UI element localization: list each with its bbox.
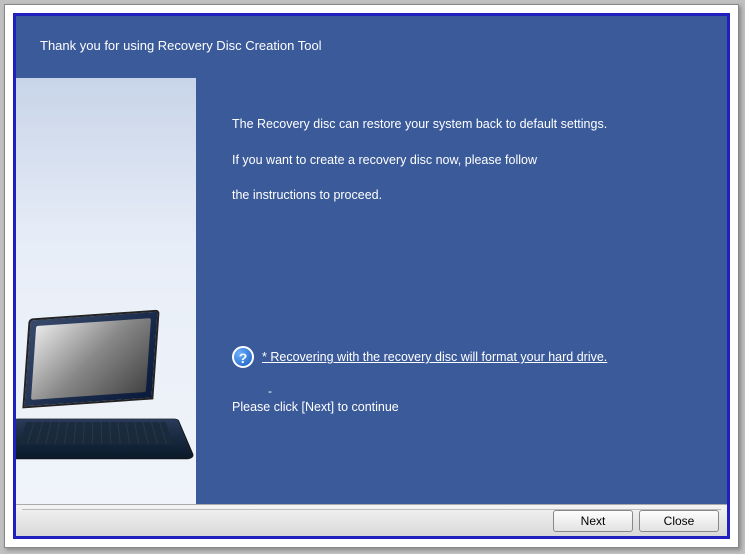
- intro-line-2: If you want to create a recovery disc no…: [232, 152, 703, 170]
- dialog-header: Thank you for using Recovery Disc Creati…: [16, 16, 727, 78]
- laptop-base: [16, 419, 196, 460]
- intro-line-3: the instructions to proceed.: [232, 187, 703, 205]
- laptop-illustration: [16, 314, 196, 494]
- main-text-panel: The Recovery disc can restore your syste…: [196, 78, 727, 504]
- footer-divider: [22, 509, 721, 510]
- dash-text: -: [268, 384, 272, 398]
- help-icon[interactable]: ?: [232, 346, 254, 368]
- continue-instruction: Please click [Next] to continue: [232, 400, 399, 414]
- sidebar-image: [16, 78, 196, 504]
- close-button[interactable]: Close: [639, 510, 719, 532]
- window-frame: Thank you for using Recovery Disc Creati…: [4, 4, 739, 548]
- warning-row: ? * Recovering with the recovery disc wi…: [232, 346, 703, 368]
- content-area: The Recovery disc can restore your syste…: [16, 78, 727, 504]
- next-button[interactable]: Next: [553, 510, 633, 532]
- laptop-screen: [22, 310, 159, 409]
- header-title: Thank you for using Recovery Disc Creati…: [40, 38, 322, 53]
- intro-line-1: The Recovery disc can restore your syste…: [232, 116, 703, 134]
- footer-bar: Next Close: [16, 504, 727, 536]
- dialog-border: Thank you for using Recovery Disc Creati…: [13, 13, 730, 539]
- warning-link[interactable]: * Recovering with the recovery disc will…: [262, 350, 607, 364]
